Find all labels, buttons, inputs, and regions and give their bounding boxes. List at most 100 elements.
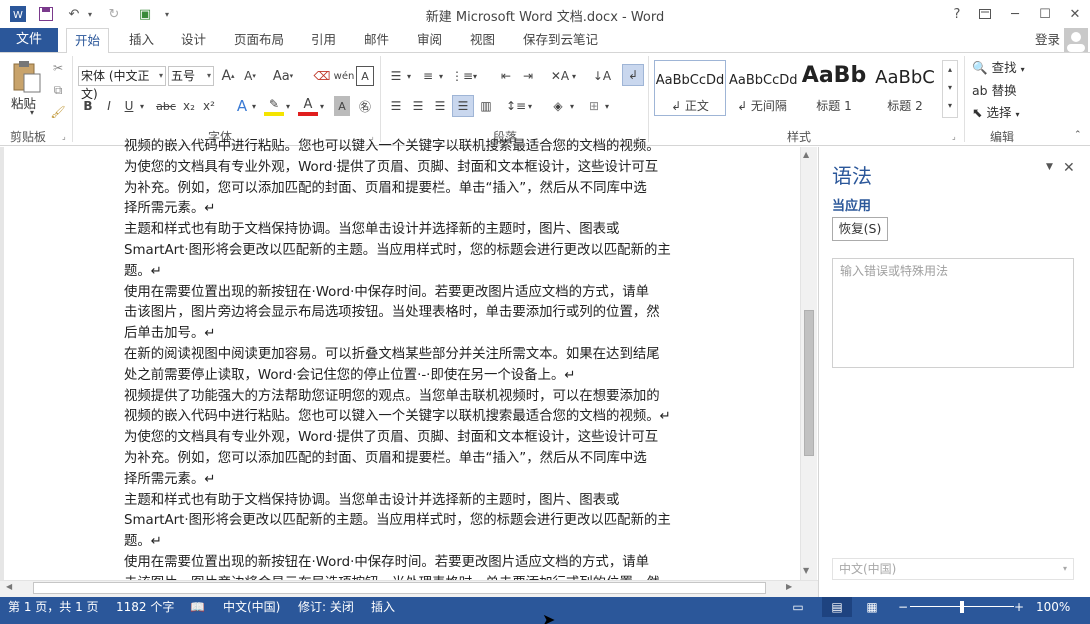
pane-language-select[interactable]: 中文(中国) ▾ bbox=[832, 558, 1074, 580]
shrink-font-button[interactable]: A ▾ bbox=[241, 66, 259, 86]
zoom-in-icon[interactable]: + bbox=[1012, 597, 1026, 617]
document-line[interactable]: 视频提供了功能强大的方法帮助您证明您的观点。当您单击联机视频时，可以在想要添加的 bbox=[124, 387, 660, 408]
chevron-down-icon[interactable]: ▾ bbox=[159, 67, 163, 85]
italic-button[interactable]: I bbox=[101, 96, 117, 116]
text-effects-dropdown-icon[interactable]: ▾ bbox=[252, 102, 256, 111]
document-line[interactable]: 视频的嵌入代码中进行粘贴。您也可以键入一个关键字以联机搜索最适合您的文档的视频。… bbox=[124, 407, 671, 428]
font-color-dropdown-icon[interactable]: ▾ bbox=[320, 102, 324, 111]
line-spacing-dropdown-icon[interactable]: ▾ bbox=[528, 102, 532, 111]
document-line[interactable]: 使用在需要位置出现的新按钮在·Word·中保存时间。若要更改图片适应文档的方式，… bbox=[124, 283, 649, 304]
maximize-icon[interactable]: ☐ bbox=[1030, 2, 1060, 26]
change-case-button[interactable]: Aa ▾ bbox=[268, 66, 298, 86]
text-effects-icon[interactable]: A bbox=[232, 96, 252, 116]
document-line[interactable]: 题。↵ bbox=[124, 262, 162, 283]
track-changes-status[interactable]: 修订: 关闭 bbox=[298, 597, 354, 617]
status-language[interactable]: 中文(中国) bbox=[223, 597, 280, 617]
tab-view[interactable]: 视图 bbox=[462, 28, 503, 52]
bullets-icon[interactable]: ☰ bbox=[386, 66, 406, 86]
underline-button[interactable]: U bbox=[121, 96, 137, 116]
borders-dropdown-icon[interactable]: ▾ bbox=[605, 102, 609, 111]
sort-icon[interactable]: ↓A bbox=[592, 66, 612, 86]
document-line[interactable]: 为使您的文档具有专业外观，Word·提供了页眉、页脚、封面和文本框设计，这些设计… bbox=[124, 428, 658, 449]
align-right-icon[interactable]: ☰ bbox=[430, 96, 450, 116]
enclose-characters-icon[interactable]: ㊔ bbox=[356, 96, 374, 116]
document-line[interactable]: 击该图片，图片旁边将会显示布局选项按钮。当处理表格时，单击要添加行或列的位置，然 bbox=[124, 303, 660, 324]
distributed-icon[interactable]: ▥ bbox=[476, 96, 496, 116]
document-line[interactable]: 为补充。例如，您可以添加匹配的封面、页眉和提要栏。单击“插入”，然后从不同库中选 bbox=[124, 179, 647, 200]
replace-button[interactable]: ab 替换 bbox=[972, 82, 1017, 100]
chevron-down-icon[interactable]: ▾ bbox=[207, 67, 211, 85]
style-heading-1[interactable]: AaBb 标题 1 bbox=[800, 60, 868, 116]
bold-button[interactable]: B bbox=[80, 96, 96, 116]
document-line[interactable]: 在新的阅读视图中阅读更加容易。可以折叠文档某些部分并关注所需文本。如果在达到结尾 bbox=[124, 345, 660, 366]
scroll-left-icon[interactable]: ◀ bbox=[6, 582, 12, 591]
collapse-ribbon-icon[interactable]: ⌃ bbox=[1074, 130, 1082, 140]
word-count[interactable]: 1182 个字 bbox=[116, 597, 174, 617]
vertical-scroll-thumb[interactable] bbox=[804, 310, 814, 456]
document-line[interactable]: 择所需元素。↵ bbox=[124, 199, 216, 220]
borders-icon[interactable]: ⊞ bbox=[584, 96, 604, 116]
redo-icon[interactable]: ↻ bbox=[104, 4, 124, 24]
tab-review[interactable]: 审阅 bbox=[409, 28, 450, 52]
multilevel-list-icon[interactable]: ⋮≡ bbox=[451, 66, 473, 86]
minimize-icon[interactable]: ─ bbox=[1000, 2, 1030, 26]
tab-insert[interactable]: 插入 bbox=[121, 28, 162, 52]
zoom-out-icon[interactable]: − bbox=[896, 597, 910, 617]
highlight-dropdown-icon[interactable]: ▾ bbox=[286, 102, 290, 111]
font-size-combo[interactable]: 五号 ▾ bbox=[168, 66, 214, 86]
tab-home[interactable]: 开始 bbox=[66, 28, 110, 53]
subscript-button[interactable]: x₂ bbox=[180, 96, 198, 116]
shading-dropdown-icon[interactable]: ▾ bbox=[570, 102, 574, 111]
bullets-dropdown-icon[interactable]: ▾ bbox=[407, 72, 411, 81]
character-shading-icon[interactable]: A bbox=[334, 96, 350, 116]
scroll-right-icon[interactable]: ▶ bbox=[786, 582, 792, 591]
document-line[interactable]: 为补充。例如，您可以添加匹配的封面、页眉和提要栏。单击“插入”，然后从不同库中选 bbox=[124, 449, 647, 470]
tab-save-to-cloud[interactable]: 保存到云笔记 bbox=[515, 28, 606, 52]
style-heading-2[interactable]: AaBbC 标题 2 bbox=[870, 60, 940, 116]
tab-design[interactable]: 设计 bbox=[173, 28, 214, 52]
cut-icon[interactable]: ✂ bbox=[48, 58, 68, 78]
customize-icon[interactable]: ▣ bbox=[134, 4, 156, 24]
page-count[interactable]: 第 1 页，共 1 页 bbox=[8, 597, 99, 617]
help-button[interactable]: ? bbox=[942, 2, 972, 26]
document-line[interactable]: 题。↵ bbox=[124, 532, 162, 553]
styles-scroll[interactable]: ▴ ▾ ▾ bbox=[942, 60, 958, 118]
tab-layout[interactable]: 页面布局 bbox=[226, 28, 292, 52]
grammar-explanation-box[interactable]: 输入错误或特殊用法 bbox=[832, 258, 1074, 368]
tab-references[interactable]: 引用 bbox=[303, 28, 344, 52]
underline-dropdown-icon[interactable]: ▾ bbox=[140, 102, 144, 111]
align-center-icon[interactable]: ☰ bbox=[408, 96, 428, 116]
grow-font-button[interactable]: A ▴ bbox=[219, 66, 237, 86]
document-line[interactable]: SmartArt·图形将会更改以匹配新的主题。当应用样式时，您的标题会进行更改以… bbox=[124, 241, 671, 262]
qat-customize-dropdown-icon[interactable]: ▾ bbox=[160, 4, 174, 24]
undo-icon[interactable]: ↶ bbox=[64, 4, 84, 24]
pane-options-icon[interactable]: ▼ bbox=[1046, 162, 1053, 172]
paste-dropdown-icon[interactable]: ▾ bbox=[30, 108, 34, 117]
phonetic-guide-icon[interactable]: wén bbox=[334, 66, 355, 86]
ribbon-display-icon[interactable] bbox=[970, 2, 1000, 26]
web-layout-icon[interactable]: ▦ bbox=[862, 597, 882, 617]
document-line[interactable]: 后单击加号。↵ bbox=[124, 324, 216, 345]
zoom-slider-thumb[interactable] bbox=[960, 601, 964, 613]
tab-mailings[interactable]: 邮件 bbox=[356, 28, 397, 52]
proofing-icon[interactable]: 📖 bbox=[190, 597, 205, 617]
save-icon[interactable] bbox=[36, 4, 56, 24]
zoom-level[interactable]: 100% bbox=[1036, 597, 1070, 617]
strikethrough-button[interactable]: abc bbox=[155, 96, 177, 116]
font-color-icon[interactable]: A bbox=[298, 96, 318, 116]
align-left-icon[interactable]: ☰ bbox=[386, 96, 406, 116]
read-mode-icon[interactable]: ▭ bbox=[788, 597, 808, 617]
clipboard-launcher-icon[interactable]: ⌟ bbox=[62, 132, 66, 141]
print-layout-icon[interactable]: ▤ bbox=[822, 597, 852, 617]
copy-icon[interactable]: ⧉ bbox=[48, 80, 68, 100]
select-button[interactable]: ⬉ 选择 ▾ bbox=[972, 104, 1019, 122]
document-line[interactable]: 视频的嵌入代码中进行粘贴。您也可以键入一个关键字以联机搜索最适合您的文档的视频。 bbox=[124, 137, 660, 158]
superscript-button[interactable]: x² bbox=[200, 96, 218, 116]
styles-launcher-icon[interactable]: ⌟ bbox=[952, 132, 956, 141]
document-line[interactable]: 为使您的文档具有专业外观，Word·提供了页眉、页脚、封面和文本框设计，这些设计… bbox=[124, 158, 658, 179]
document-line[interactable]: 主题和样式也有助于文档保持协调。当您单击设计并选择新的主题时，图片、图表或 bbox=[124, 220, 619, 241]
tab-file[interactable]: 文件 bbox=[0, 28, 58, 52]
document-line[interactable]: SmartArt·图形将会更改以匹配新的主题。当应用样式时，您的标题会进行更改以… bbox=[124, 511, 671, 532]
document-line[interactable]: 使用在需要位置出现的新按钮在·Word·中保存时间。若要更改图片适应文档的方式，… bbox=[124, 553, 649, 574]
chinese-layout-icon[interactable]: ✕A bbox=[549, 66, 571, 86]
